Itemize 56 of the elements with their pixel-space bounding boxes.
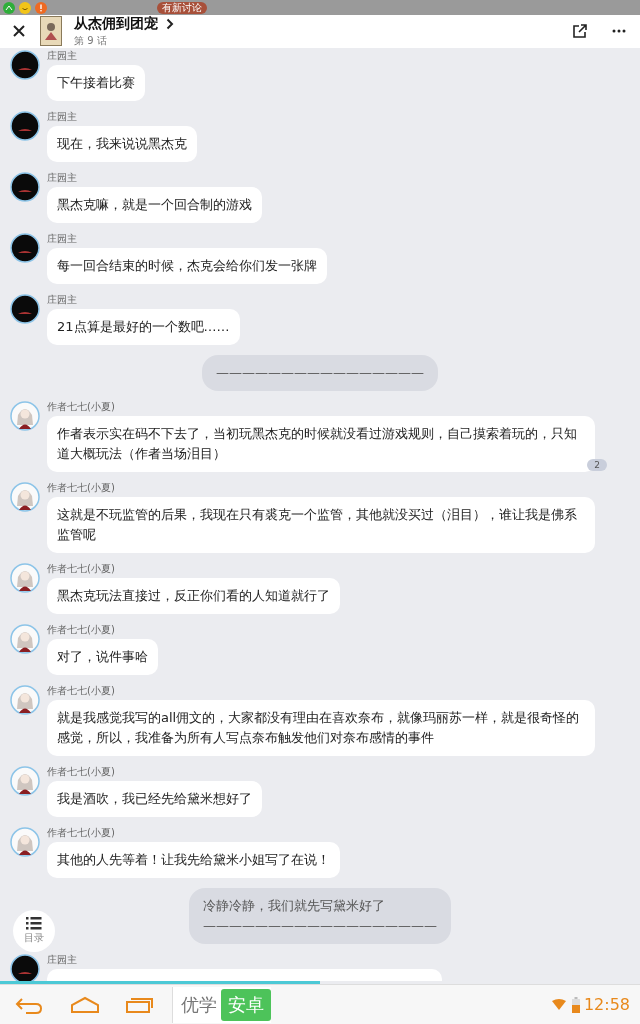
sender-name: 作者七七(小夏) — [47, 827, 115, 839]
sender-name: 庄园主 — [47, 294, 77, 306]
book-cover-icon[interactable] — [40, 16, 62, 46]
message-bubble: 黑杰克玩法直接过，反正你们看的人知道就行了 — [47, 578, 340, 614]
avatar[interactable] — [10, 482, 40, 512]
message-bubble: 21点算是最好的一个数吧…… — [47, 309, 240, 345]
sender-name: 庄园主 — [47, 954, 77, 966]
sender-name: 庄园主 — [47, 111, 77, 123]
avatar[interactable] — [10, 827, 40, 857]
narration-bubble: ———————————————— — [202, 355, 438, 391]
message-bubble: 对了，说件事哈 — [47, 639, 158, 675]
chapter-label: 第 9 话 — [74, 33, 108, 48]
book-title[interactable]: 从杰佣到团宠 — [74, 14, 158, 33]
comment-count[interactable]: 2 — [587, 459, 607, 471]
battery-icon — [571, 996, 580, 1013]
avatar[interactable] — [10, 685, 40, 715]
clock: 12:58 — [583, 995, 630, 1014]
message-bubble: 其他的人先等着！让我先给黛米小姐写了在说！ — [47, 842, 340, 878]
close-icon[interactable] — [12, 24, 26, 38]
sender-name: 庄园主 — [47, 50, 77, 62]
sender-name: 庄园主 — [47, 172, 77, 184]
brand-label: 优学 — [181, 992, 217, 1017]
avatar[interactable] — [10, 50, 40, 80]
avatar[interactable] — [10, 401, 40, 431]
new-discussion-badge[interactable]: 有新讨论 — [157, 1, 207, 14]
list-icon — [26, 917, 42, 930]
avatar[interactable] — [10, 624, 40, 654]
message-bubble: 这就是不玩监管的后果，我现在只有裘克一个监管，其他就没买过（泪目），谁让我是佛系监管呢 — [47, 497, 595, 553]
smiley-icon — [19, 1, 31, 14]
message-bubble: 就是我感觉我写的all佣文的，大家都没有理由在喜欢奈布，就像玛丽苏一样，就是很奇怪的感觉，所以，我准备为所有人写点奈布触发他们对奈布感情的事件 — [47, 700, 595, 756]
sender-name: 作者七七(小夏) — [47, 685, 115, 697]
message-bubble: 黑杰克嘛，就是一个回合制的游戏 — [47, 187, 262, 223]
message-bubble: 我是酒吹，我已经先给黛米想好了 — [47, 781, 262, 817]
avatar[interactable] — [10, 233, 40, 263]
avatar[interactable] — [10, 294, 40, 324]
message-bubble: 每一回合结束的时候，杰克会给你们发一张牌 — [47, 248, 327, 284]
avatar[interactable] — [10, 954, 40, 981]
sender-name: 作者七七(小夏) — [47, 482, 115, 494]
sender-name: 庄园主 — [47, 233, 77, 245]
message-bubble: 现在，我来说说黑杰克 — [47, 126, 197, 162]
narration-bubble: 冷静冷静，我们就先写黛米好了 —————————————————— — [189, 888, 451, 944]
sender-name: 作者七七(小夏) — [47, 563, 115, 575]
sender-name: 作者七七(小夏) — [47, 766, 115, 778]
chevron-right-icon[interactable] — [166, 17, 174, 30]
avatar[interactable] — [10, 563, 40, 593]
avatar[interactable] — [10, 172, 40, 202]
share-icon[interactable] — [572, 23, 588, 39]
sender-name: 作者七七(小夏) — [47, 401, 115, 413]
brand-label: 安卓 — [221, 988, 271, 1021]
more-icon[interactable] — [612, 29, 626, 33]
message-bubble: 下午接着比赛 — [47, 65, 145, 101]
avatar[interactable] — [10, 111, 40, 141]
wifi-icon — [551, 999, 566, 1010]
sender-name: 作者七七(小夏) — [47, 624, 115, 636]
avatar[interactable] — [10, 766, 40, 796]
table-of-contents-button[interactable]: 目录 — [13, 910, 55, 952]
